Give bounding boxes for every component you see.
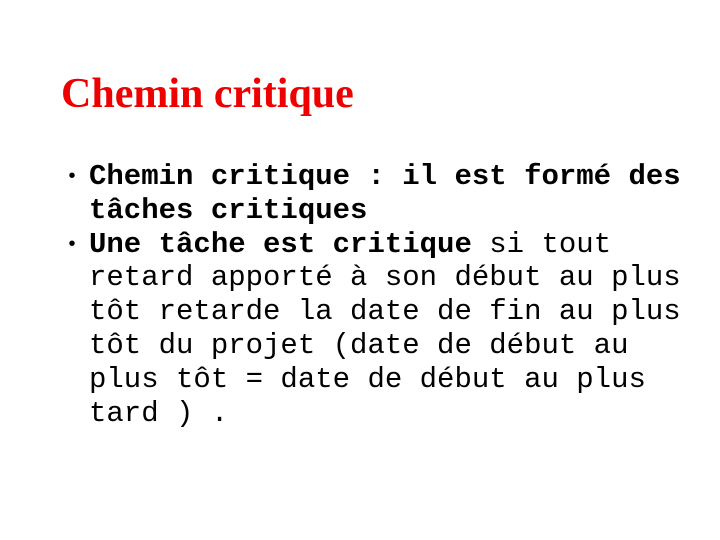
bullet-icon: • — [68, 165, 76, 187]
normal-text: tôt du projet (date de début au — [89, 328, 629, 362]
normal-text: plus tôt = date de début au plus — [89, 362, 646, 396]
bullet-text-line: tâches critiques — [89, 194, 700, 228]
bullet-item-critical-path-definition: • Chemin critique : il est formé des tâc… — [60, 160, 700, 228]
bold-text: Chemin critique : il est formé des — [89, 160, 681, 193]
slide-title: Chemin critique — [61, 71, 354, 117]
normal-text: tard ) . — [89, 396, 229, 430]
normal-text: retard apporté à son début au plus — [89, 261, 681, 295]
bold-text: tâches critiques — [89, 193, 368, 227]
bullet-icon: • — [68, 232, 76, 255]
normal-text: tôt retarde la date de fin au plus — [89, 295, 681, 329]
bullet-text-line: retard apporté à son début au plus — [89, 261, 700, 295]
bullet-item-critical-task-definition: • Une tâche est critique si tout retard … — [60, 228, 700, 431]
bullet-text-line: tôt retarde la date de fin au plus — [89, 295, 700, 329]
bullet-text-line: Une tâche est critique si tout — [89, 228, 700, 262]
bullet-text-line: tard ) . — [89, 397, 700, 431]
bold-text: Une tâche est critique — [89, 227, 472, 261]
bullet-list: • Chemin critique : il est formé des tâc… — [60, 160, 700, 430]
bullet-text-line: Chemin critique : il est formé des — [89, 160, 700, 194]
bullet-text-line: plus tôt = date de début au plus — [89, 363, 700, 397]
bullet-text-line: tôt du projet (date de début au — [89, 329, 700, 363]
normal-text: si tout — [471, 227, 612, 261]
